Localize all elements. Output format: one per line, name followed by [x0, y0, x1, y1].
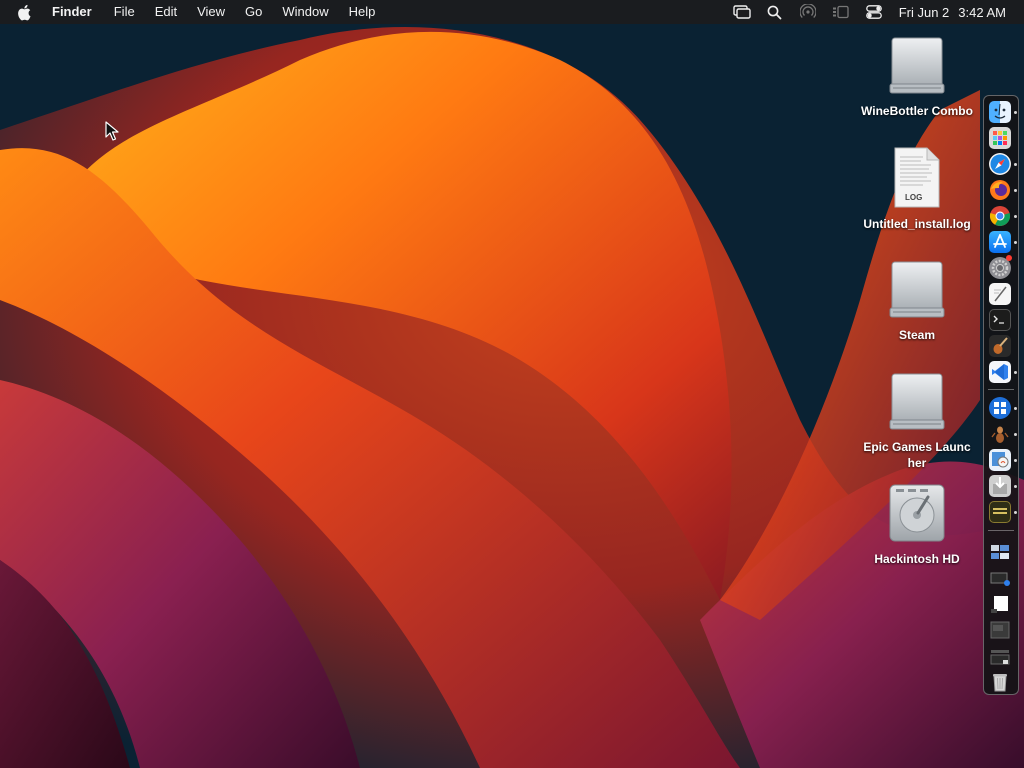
menu-bar: Finder File Edit View Go Window Help Fri…: [0, 0, 1024, 24]
running-indicator: [1014, 163, 1017, 166]
running-indicator: [1014, 189, 1017, 192]
menu-file[interactable]: File: [104, 0, 145, 24]
menu-help[interactable]: Help: [339, 0, 386, 24]
dock-separator: [988, 389, 1014, 390]
external-drive-icon: [885, 369, 949, 433]
recent-stack-icon[interactable]: [989, 645, 1011, 667]
running-indicator: [1014, 511, 1017, 514]
clock-time: 3:42 AM: [958, 4, 1006, 20]
spotlight-search-icon[interactable]: [764, 0, 786, 24]
external-drive-icon: [885, 33, 949, 97]
textedit-icon[interactable]: [989, 283, 1011, 305]
running-indicator: [1014, 407, 1017, 410]
desktop-icon-winebottler-combo[interactable]: WineBottler Combo: [859, 33, 975, 119]
safari-icon[interactable]: [989, 153, 1011, 175]
menu-window[interactable]: Window: [272, 0, 338, 24]
apple-menu-icon[interactable]: [17, 4, 34, 21]
control-center-icon[interactable]: [863, 0, 885, 24]
firefox-icon[interactable]: [989, 179, 1011, 201]
menu-bar-clock[interactable]: Fri Jun 2 3:42 AM: [899, 5, 1006, 20]
downloads-folder-icon[interactable]: [989, 541, 1011, 563]
menu-go[interactable]: Go: [235, 0, 272, 24]
running-indicator: [1014, 433, 1017, 436]
log-badge: LOG: [905, 193, 923, 202]
launchpad-icon[interactable]: [989, 127, 1011, 149]
menu-view[interactable]: View: [187, 0, 235, 24]
airdrop-icon[interactable]: [797, 0, 819, 24]
desktop-icon-steam[interactable]: Steam: [859, 257, 975, 343]
dock-separator: [988, 530, 1014, 531]
running-indicator: [1014, 241, 1017, 244]
external-drive-icon: [885, 257, 949, 321]
menu-edit[interactable]: Edit: [145, 0, 187, 24]
desktop-icon-label: Hackintosh HD: [874, 552, 960, 566]
running-indicator: [1014, 371, 1017, 374]
vscode-icon[interactable]: [989, 361, 1011, 383]
guitar-app-icon[interactable]: [989, 335, 1011, 357]
notification-badge: [1006, 255, 1012, 261]
desktop-icon-label: Epic Games Launcher: [863, 440, 971, 470]
desktop-icon-epic-games-launcher[interactable]: Epic Games Launcher: [859, 369, 975, 471]
screenshot-stack-icon[interactable]: [989, 567, 1011, 589]
screen-mirroring-icon[interactable]: [731, 0, 753, 24]
desktop-icon-label: Steam: [898, 328, 936, 342]
chrome-icon[interactable]: [989, 205, 1011, 227]
preview-icon[interactable]: [989, 449, 1011, 471]
app-store-icon[interactable]: [989, 231, 1011, 253]
finder-icon[interactable]: [989, 101, 1011, 123]
winebottler-icon[interactable]: [989, 397, 1011, 419]
running-indicator: [1014, 215, 1017, 218]
installer-icon[interactable]: [989, 475, 1011, 497]
ant-app-icon[interactable]: [989, 423, 1011, 445]
desktop-icon-untitled-install-log[interactable]: Untitled_install.log: [859, 146, 975, 232]
app-menu-finder[interactable]: Finder: [52, 0, 102, 24]
mouse-cursor: [105, 121, 119, 141]
hard-disk-icon: [885, 481, 949, 545]
document-stack-icon[interactable]: [989, 593, 1011, 615]
clock-date: Fri Jun 2: [898, 4, 950, 20]
trash-icon[interactable]: [989, 671, 1011, 693]
running-indicator: [1014, 485, 1017, 488]
desktop-icon-label: WineBottler Combo: [861, 104, 973, 118]
stage-manager-icon[interactable]: [830, 0, 852, 24]
running-indicator: [1014, 111, 1017, 114]
dock: [983, 95, 1019, 695]
window-stack-icon[interactable]: [989, 619, 1011, 641]
desktop-icon-label: Untitled_install.log: [863, 217, 971, 231]
running-indicator: [1014, 459, 1017, 462]
desktop-icon-hackintosh-hd[interactable]: Hackintosh HD: [859, 481, 975, 567]
whisky-app-icon[interactable]: [989, 501, 1011, 523]
terminal-icon[interactable]: [989, 309, 1011, 331]
